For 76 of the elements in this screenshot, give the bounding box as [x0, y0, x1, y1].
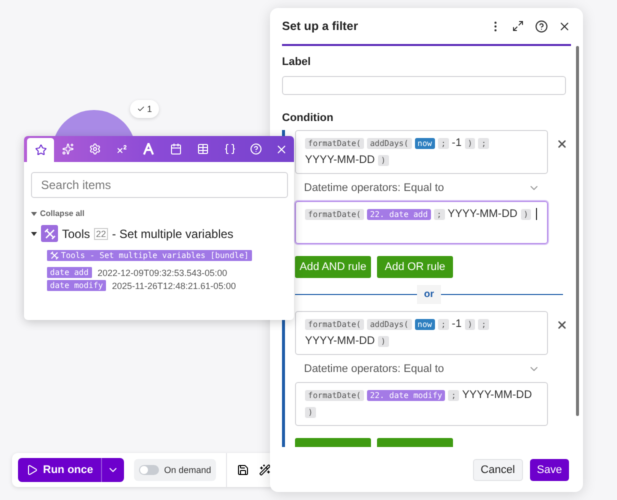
variable-value: 2025-11-26T12:48:21.61-05:00: [112, 280, 236, 290]
help-icon[interactable]: [534, 19, 548, 33]
function-token: ;: [448, 390, 460, 401]
function-token: ): [305, 407, 316, 418]
run-once-button[interactable]: Run once: [18, 458, 102, 482]
magic-wand-icon[interactable]: [259, 464, 272, 476]
save-button[interactable]: Save: [530, 458, 569, 480]
variable-value: 2022-12-09T09:32:53.543-05:00: [98, 268, 228, 278]
function-token: ;: [438, 319, 449, 330]
remove-rule-icon[interactable]: [556, 319, 568, 331]
function-token: ): [378, 155, 389, 166]
sparkles-icon: [62, 143, 74, 155]
caret-icon: [31, 212, 37, 216]
add-rule-button[interactable]: Add AND rule: [295, 256, 371, 278]
star-icon: [34, 144, 47, 156]
function-token: ): [520, 209, 532, 220]
search-field[interactable]: Search items: [31, 172, 288, 198]
function-token: ;: [478, 138, 490, 149]
expression-text: YYYY-MM-DD: [448, 207, 518, 222]
maximize-icon[interactable]: [511, 19, 525, 33]
remove-rule-icon[interactable]: [556, 138, 568, 150]
module-number: 22: [94, 228, 108, 240]
field-label: Label: [282, 56, 312, 68]
function-token: addDays(: [366, 138, 412, 149]
keyword-token: now: [414, 319, 435, 330]
expression-field[interactable]: formatDate( addDays( now ; -1 ) ; YYYY-MM-DD ): [295, 130, 548, 174]
expression-field[interactable]: formatDate( addDays( now ; -1 ) ; YYYY-MM-DD ): [295, 311, 548, 355]
collapse-all-link[interactable]: Collapse all: [31, 209, 287, 218]
function-token: formatDate(: [305, 319, 364, 330]
calendar-icon: [170, 143, 182, 155]
play-icon: [26, 464, 38, 476]
function-token: ;: [434, 209, 445, 220]
or-separator-label: or: [417, 285, 441, 304]
schedule-label: On demand: [164, 465, 212, 475]
field-label: Condition: [282, 112, 334, 124]
function-token: ;: [478, 319, 490, 330]
expression-text: -1: [452, 317, 462, 332]
function-token: addDays(: [366, 319, 412, 330]
function-token: ): [464, 138, 476, 149]
letter-a-icon: [143, 143, 154, 155]
expression-text: YYYY-MM-DD: [462, 388, 532, 403]
operator-dropdown[interactable]: Datetime operators: Equal to: [295, 355, 548, 382]
operator-dropdown[interactable]: Datetime operators: Equal to: [295, 174, 548, 201]
scrollbar[interactable]: [576, 46, 579, 416]
keyword-token: now: [414, 138, 435, 149]
tools-icon: [50, 251, 59, 260]
cancel-button[interactable]: Cancel: [472, 458, 523, 480]
label-input[interactable]: [282, 76, 566, 95]
function-token: formatDate(: [305, 138, 364, 149]
dialog-title: Set up a filter: [282, 19, 360, 33]
function-token: ): [464, 319, 476, 330]
schedule-toggle[interactable]: [139, 465, 160, 475]
expression-field[interactable]: formatDate( 22. date modify ; YYYY-MM-DD ): [295, 382, 548, 426]
function-token: ): [378, 336, 389, 347]
run-options-button[interactable]: [101, 458, 124, 482]
caret-icon[interactable]: [31, 230, 37, 236]
module-title: - Set multiple variables: [112, 226, 234, 240]
function-tab[interactable]: [27, 138, 54, 162]
function-token: formatDate(: [305, 390, 364, 401]
expression-field[interactable]: formatDate( 22. date add ; YYYY-MM-DD ): [295, 201, 548, 244]
superscript-icon: [116, 143, 128, 155]
expression-text: -1: [452, 136, 462, 151]
expression-text: YYYY-MM-DD: [305, 334, 375, 349]
table-icon: [197, 143, 210, 155]
expression-text: YYYY-MM-DD: [305, 153, 375, 168]
braces-icon: [224, 143, 236, 155]
save-icon[interactable]: [237, 464, 250, 476]
gear-icon: [88, 143, 101, 155]
module-badge: 1: [130, 100, 160, 118]
variable-token: 22. date modify: [366, 390, 446, 401]
schedule-control[interactable]: On demand: [134, 459, 216, 481]
module-name: Tools: [62, 226, 90, 240]
function-token: ;: [438, 138, 449, 149]
add-rule-button[interactable]: Add OR rule: [377, 256, 453, 278]
variable-token: 22. date add: [366, 209, 431, 220]
function-token: formatDate(: [305, 209, 364, 220]
